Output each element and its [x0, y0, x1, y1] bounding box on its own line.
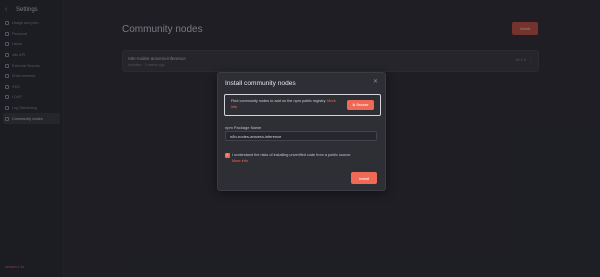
browse-label: Browse [356, 103, 369, 107]
info-box: Find community nodes to add on the npm p… [224, 94, 381, 116]
package-name-input[interactable] [225, 131, 377, 141]
external-link-icon: ⧉ [352, 103, 356, 107]
modal-title: Install community nodes [225, 80, 296, 87]
package-name-label: npm Package Name [225, 125, 262, 130]
modal-install-button[interactable]: Install [351, 172, 377, 184]
install-community-nodes-dialog: Install community nodes ✕ Find community… [217, 72, 386, 191]
consent-text: I understand the risks of installing unv… [232, 153, 352, 157]
browse-button[interactable]: ⧉ Browse [347, 100, 374, 110]
close-icon[interactable]: ✕ [373, 79, 378, 85]
info-text: Find community nodes to add on the npm p… [231, 99, 336, 109]
consent-more-link[interactable]: More info [232, 159, 248, 163]
consent-checkbox[interactable]: ✓ [225, 153, 230, 158]
